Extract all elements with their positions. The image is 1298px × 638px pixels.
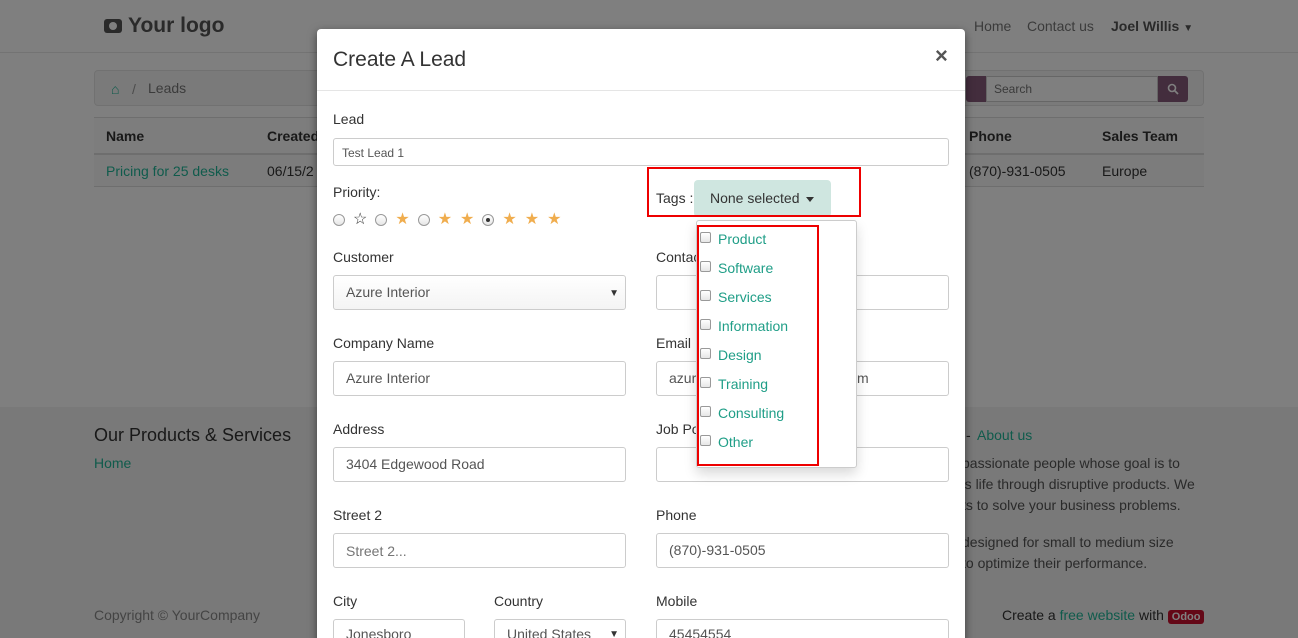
phone-label: Phone: [656, 507, 697, 523]
email-value-start: azur: [669, 370, 697, 386]
street2-label: Street 2: [333, 507, 383, 523]
country-label: Country: [494, 593, 544, 609]
country-value: United States: [507, 626, 592, 638]
select-caret-icon: ▼: [609, 288, 619, 299]
highlight-box-tag-options: [697, 225, 819, 466]
star-icon: ★: [460, 211, 475, 228]
customer-select[interactable]: Azure Interior ▼: [333, 275, 626, 310]
phone-input[interactable]: (870)-931-0505: [656, 533, 949, 568]
city-label: City: [333, 593, 358, 609]
email-value-end: m: [857, 370, 869, 386]
modal-header: Create A Lead ×: [317, 29, 965, 91]
priority-radio-1[interactable]: [375, 214, 388, 226]
modal-title: Create A Lead: [333, 48, 467, 71]
city-input[interactable]: Jonesboro: [333, 619, 465, 638]
lead-label: Lead: [333, 111, 365, 127]
company-label: Company Name: [333, 335, 435, 351]
priority-radio-0[interactable]: [333, 214, 345, 226]
close-icon[interactable]: ×: [935, 45, 948, 67]
select-caret-icon: ▼: [609, 629, 619, 638]
priority-label: Priority:: [333, 184, 381, 200]
star-icon: ★: [524, 211, 540, 228]
contact-label: Contac: [656, 249, 701, 265]
star-outline-icon: ☆: [353, 211, 368, 228]
create-lead-modal: Create A Lead × Lead Test Lead 1 Priorit…: [317, 29, 965, 638]
job-position-label: Job Po: [656, 421, 700, 437]
priority-radio-3[interactable]: [482, 214, 495, 226]
highlight-box-tags: [647, 167, 861, 217]
street2-input[interactable]: [333, 533, 626, 568]
address-input[interactable]: 3404 Edgewood Road: [333, 447, 626, 482]
email-label: Email: [656, 335, 692, 351]
lead-input[interactable]: Test Lead 1: [333, 138, 949, 166]
star-icon: ★: [395, 211, 410, 228]
mobile-label: Mobile: [656, 593, 698, 609]
star-icon: ★: [547, 211, 562, 228]
address-label: Address: [333, 421, 385, 437]
customer-value: Azure Interior: [346, 284, 431, 300]
company-input[interactable]: Azure Interior: [333, 361, 626, 396]
country-select[interactable]: United States ▼: [494, 619, 626, 638]
priority-radio-2[interactable]: [417, 214, 430, 226]
star-icon: ★: [437, 211, 453, 228]
customer-label: Customer: [333, 249, 394, 265]
priority-selector: ☆ ★ ★ ★ ★ ★ ★: [333, 212, 561, 228]
mobile-input[interactable]: 45454554: [656, 619, 949, 638]
star-icon: ★: [502, 211, 517, 228]
